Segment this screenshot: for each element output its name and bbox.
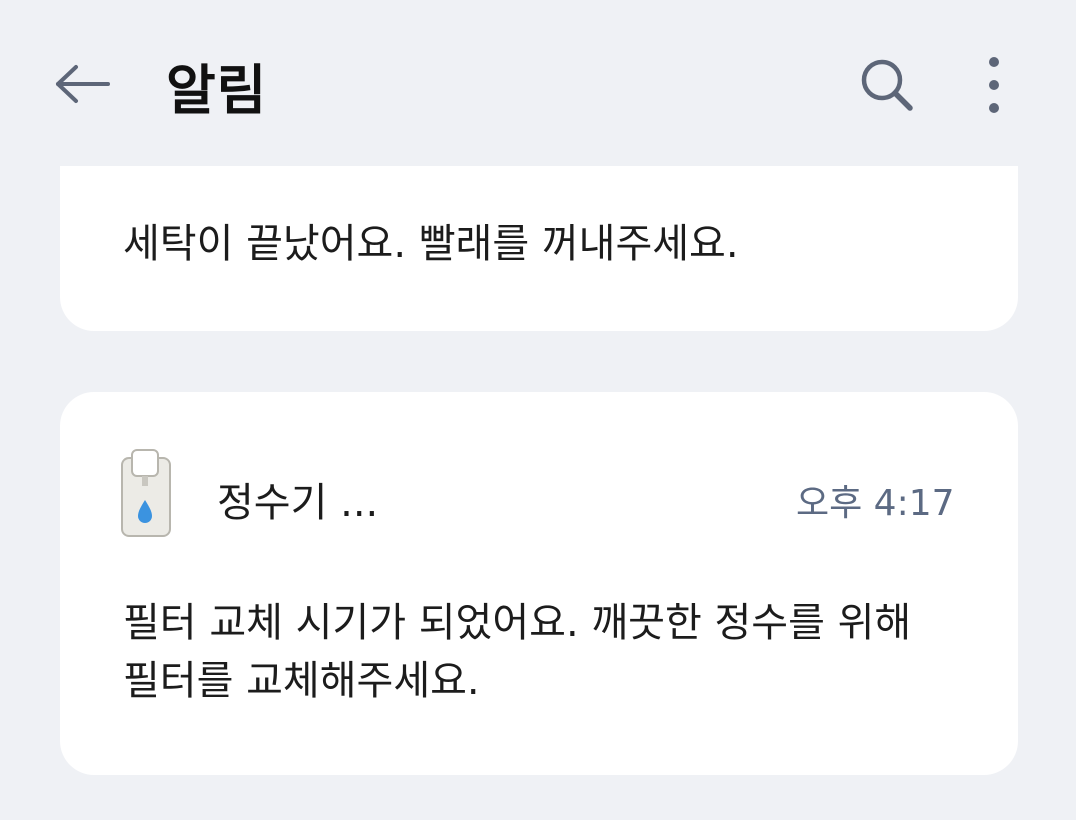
search-icon: [861, 59, 913, 111]
notifications-screen: 알림 세탁이 끝났어요. 빨래를 꺼내주세요. 정수기 ... 오후 4:17: [0, 0, 1076, 820]
more-vertical-icon: [989, 57, 999, 113]
notification-message: 필터 교체 시기가 되었어요. 깨끗한 정수를 위해 필터를 교체해주세요.: [123, 600, 912, 704]
notification-message: 세탁이 끝났어요. 빨래를 꺼내주세요.: [123, 221, 739, 267]
app-header: 알림: [0, 0, 1076, 166]
back-button[interactable]: [46, 50, 120, 118]
notification-card[interactable]: 세탁이 끝났어요. 빨래를 꺼내주세요.: [60, 166, 1018, 331]
more-options-button[interactable]: [964, 50, 1024, 120]
water-purifier-icon: [121, 449, 171, 537]
notification-time: 오후 4:17: [796, 483, 955, 524]
arrow-left-icon: [56, 65, 110, 103]
notification-card[interactable]: 정수기 ... 오후 4:17 필터 교체 시기가 되었어요. 깨끗한 정수를 …: [60, 392, 1018, 775]
app-name: 정수기 ...: [217, 480, 379, 526]
search-button[interactable]: [850, 50, 924, 120]
page-title: 알림: [166, 59, 268, 122]
